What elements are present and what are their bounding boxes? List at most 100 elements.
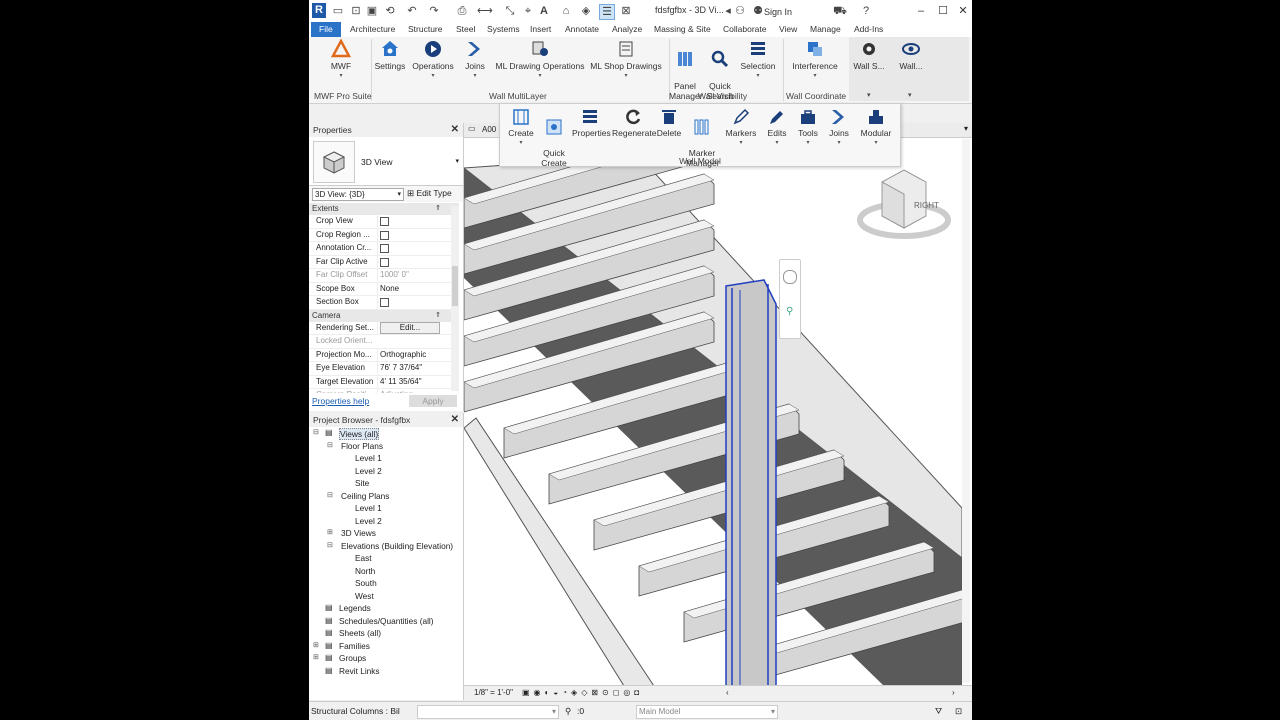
interference-button[interactable]: Interference ▾ (789, 39, 841, 81)
tree-node[interactable]: ▤ Revit Links (309, 665, 463, 678)
tree-node[interactable]: Level 2 (309, 515, 463, 528)
expand-icon[interactable]: ⊞ (327, 527, 333, 540)
tree-node[interactable]: West (309, 590, 463, 603)
sync-icon[interactable]: ⟲ (383, 4, 397, 18)
tab-architecture[interactable]: Architecture (347, 22, 398, 37)
workset-select[interactable]: ▾ (417, 705, 559, 719)
property-checkbox[interactable] (380, 257, 389, 267)
chevron-down-icon[interactable]: ▾ (964, 124, 968, 133)
tree-node[interactable]: Level 1 (309, 452, 463, 465)
tab-view[interactable]: View (776, 22, 800, 37)
model-graphics[interactable]: RIGHT (464, 138, 962, 686)
property-value[interactable]: Orthographic (377, 348, 450, 361)
tree-node[interactable]: South (309, 577, 463, 590)
binoculars-icon[interactable]: ⚇ (733, 4, 747, 18)
selected-column[interactable] (725, 279, 777, 686)
3d-viewport[interactable]: ▭ A00 ▾ RIGHT 1/8" = 1'-0" ▣◉◐◒◔◈◇⊠⊙◻◎◘ … (464, 123, 972, 700)
create-button[interactable]: Create ▾ (506, 107, 536, 148)
tree-node[interactable]: ⊞ 3D Views (309, 527, 463, 540)
sign-in-link[interactable]: Sign In (764, 7, 792, 17)
tree-node[interactable]: East (309, 552, 463, 565)
property-row[interactable]: Far Clip Offset 1000' 0" (309, 269, 459, 283)
close-button[interactable]: ✕ (955, 3, 971, 19)
design-option-select[interactable]: Main Model ▾ (636, 705, 778, 719)
operations-button[interactable]: Operations ▾ (411, 39, 455, 81)
selection-lock-icon[interactable]: ⊡ (955, 702, 962, 720)
mwf-button[interactable]: MWF ▾ (329, 39, 353, 81)
collapse-icon[interactable]: ⇑ (435, 310, 441, 322)
property-row[interactable]: Locked Orient... (309, 335, 459, 349)
regenerate-button[interactable]: Regenerate (612, 107, 656, 138)
property-value[interactable]: Adjusting (377, 389, 450, 393)
tree-node[interactable]: ⊞ ▤ Groups (309, 652, 463, 665)
viewport-scrollbar[interactable] (962, 139, 970, 683)
property-edit-button[interactable]: Edit... (380, 321, 440, 334)
property-checkbox[interactable] (380, 298, 389, 307)
tab-steel[interactable]: Steel (453, 22, 478, 37)
edit-type-button[interactable]: ⊞ Edit Type (407, 188, 452, 199)
close-icon[interactable]: ✕ (447, 123, 459, 137)
tree-node[interactable]: ⊟ Elevations (Building Elevation) (309, 540, 463, 553)
collapse-icon[interactable]: ⊟ (327, 540, 333, 553)
tab-systems[interactable]: Systems (484, 22, 523, 37)
tree-node[interactable]: ⊟ Ceiling Plans (309, 490, 463, 503)
tree-node[interactable]: ⊟ Floor Plans (309, 440, 463, 453)
panel-title-wall-multilayer[interactable]: Wall MultiLayer (489, 91, 547, 101)
apply-button[interactable]: Apply (409, 395, 457, 407)
tree-node[interactable]: North (309, 565, 463, 578)
property-value[interactable]: 76' 7 37/64" (377, 362, 450, 375)
tag-icon[interactable]: ⌖ (521, 4, 535, 18)
flyout-joins-button[interactable]: Joins ▾ (826, 107, 852, 148)
group-camera[interactable]: Camera ⇑ (309, 309, 459, 322)
cart-icon[interactable]: ⛟ (833, 4, 847, 18)
property-row[interactable]: Camera Positi... Adjusting (309, 389, 459, 393)
property-checkbox[interactable] (380, 244, 389, 253)
measure-icon[interactable]: ⟷ (477, 4, 493, 18)
tools-button[interactable]: Tools ▾ (794, 107, 822, 148)
tree-node[interactable]: ▤ Schedules/Quantities (all) (309, 615, 463, 628)
dimension-icon[interactable]: ⤡ (503, 4, 517, 18)
arrow-left-icon[interactable]: ‹ (726, 686, 729, 700)
view-scale[interactable]: 1/8" = 1'-0" (474, 686, 513, 700)
ml-drawing-operations-button[interactable]: ML Drawing Operations ▾ (495, 39, 585, 81)
property-value[interactable]: Edit... (377, 321, 450, 334)
panel-expand-icon[interactable]: ▾ (867, 91, 871, 99)
navigation-bar[interactable]: ⚲ (779, 259, 801, 339)
selection-button[interactable]: Selection ▾ (739, 39, 777, 81)
property-row[interactable]: Scope Box None (309, 282, 459, 296)
settings-button[interactable]: Settings (373, 39, 407, 71)
3d-view-icon[interactable]: ⌂ (559, 4, 573, 18)
wall-view-button[interactable]: Wall... (897, 39, 925, 71)
filter-funnel-icon[interactable]: ⛛ (935, 702, 942, 720)
edits-button[interactable]: Edits ▾ (764, 107, 790, 148)
revit-logo[interactable]: R (312, 3, 326, 18)
tree-node[interactable]: ▤ Legends (309, 602, 463, 615)
panel-manager-button[interactable]: Panel Manager (669, 39, 703, 101)
user-icon[interactable]: ⚉ (751, 4, 765, 18)
collapse-icon[interactable]: ⊟ (313, 427, 319, 440)
filter-icon[interactable]: ⚲ (565, 702, 571, 720)
property-row[interactable]: Rendering Set... Edit... (309, 321, 459, 335)
joins-button[interactable]: Joins ▾ (461, 39, 489, 81)
open-icon[interactable]: ▭ (331, 4, 345, 18)
delete-button[interactable]: Delete (656, 107, 682, 138)
maximize-button[interactable]: ☐ (935, 3, 951, 19)
steering-wheel-icon[interactable] (783, 270, 797, 284)
tab-file[interactable]: File (311, 22, 341, 37)
property-checkbox[interactable] (380, 217, 389, 226)
property-checkbox[interactable] (380, 230, 389, 240)
property-value[interactable]: None (377, 282, 450, 295)
collapse-icon[interactable]: ⊟ (327, 490, 333, 503)
tab-collaborate[interactable]: Collaborate (720, 22, 769, 37)
tab-annotate[interactable]: Annotate (562, 22, 602, 37)
property-row[interactable]: Annotation Cr... (309, 242, 459, 258)
tab-manage[interactable]: Manage (807, 22, 844, 37)
expand-icon[interactable]: ⊞ (313, 652, 319, 665)
view-control-icons[interactable]: ▣◉◐◒◔◈◇⊠⊙◻◎◘ (522, 686, 643, 700)
section-icon[interactable]: ◈ (579, 4, 593, 18)
wall-s-button[interactable]: Wall S... (853, 39, 885, 71)
properties-help-link[interactable]: Properties help (312, 396, 369, 406)
ml-shop-drawings-button[interactable]: ML Shop Drawings ▾ (589, 39, 663, 81)
tab-structure[interactable]: Structure (405, 22, 446, 37)
property-row[interactable]: Eye Elevation 76' 7 37/64" (309, 362, 459, 376)
